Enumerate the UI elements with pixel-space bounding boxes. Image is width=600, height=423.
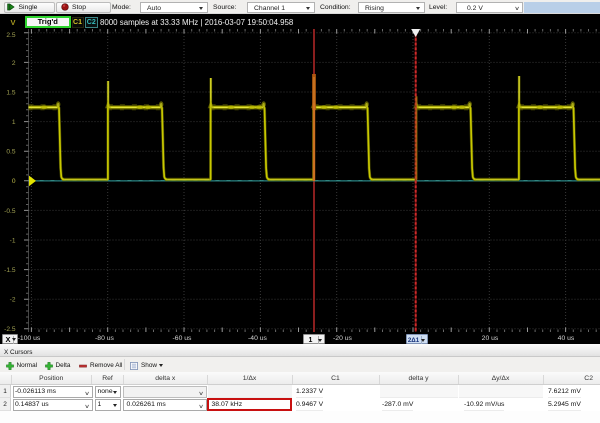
svg-text:-2: -2 xyxy=(10,297,16,304)
svg-text:-2.5: -2.5 xyxy=(4,326,16,332)
svg-text:2.5: 2.5 xyxy=(6,32,15,39)
svg-text:-1: -1 xyxy=(10,237,16,244)
svg-text:1: 1 xyxy=(12,119,16,126)
svg-text:-1.5: -1.5 xyxy=(4,267,16,274)
svg-text:2: 2 xyxy=(12,60,16,67)
svg-text:0: 0 xyxy=(12,178,16,185)
svg-text:0.5: 0.5 xyxy=(6,149,15,156)
svg-text:-0.5: -0.5 xyxy=(4,208,16,215)
svg-text:1.5: 1.5 xyxy=(6,89,15,96)
